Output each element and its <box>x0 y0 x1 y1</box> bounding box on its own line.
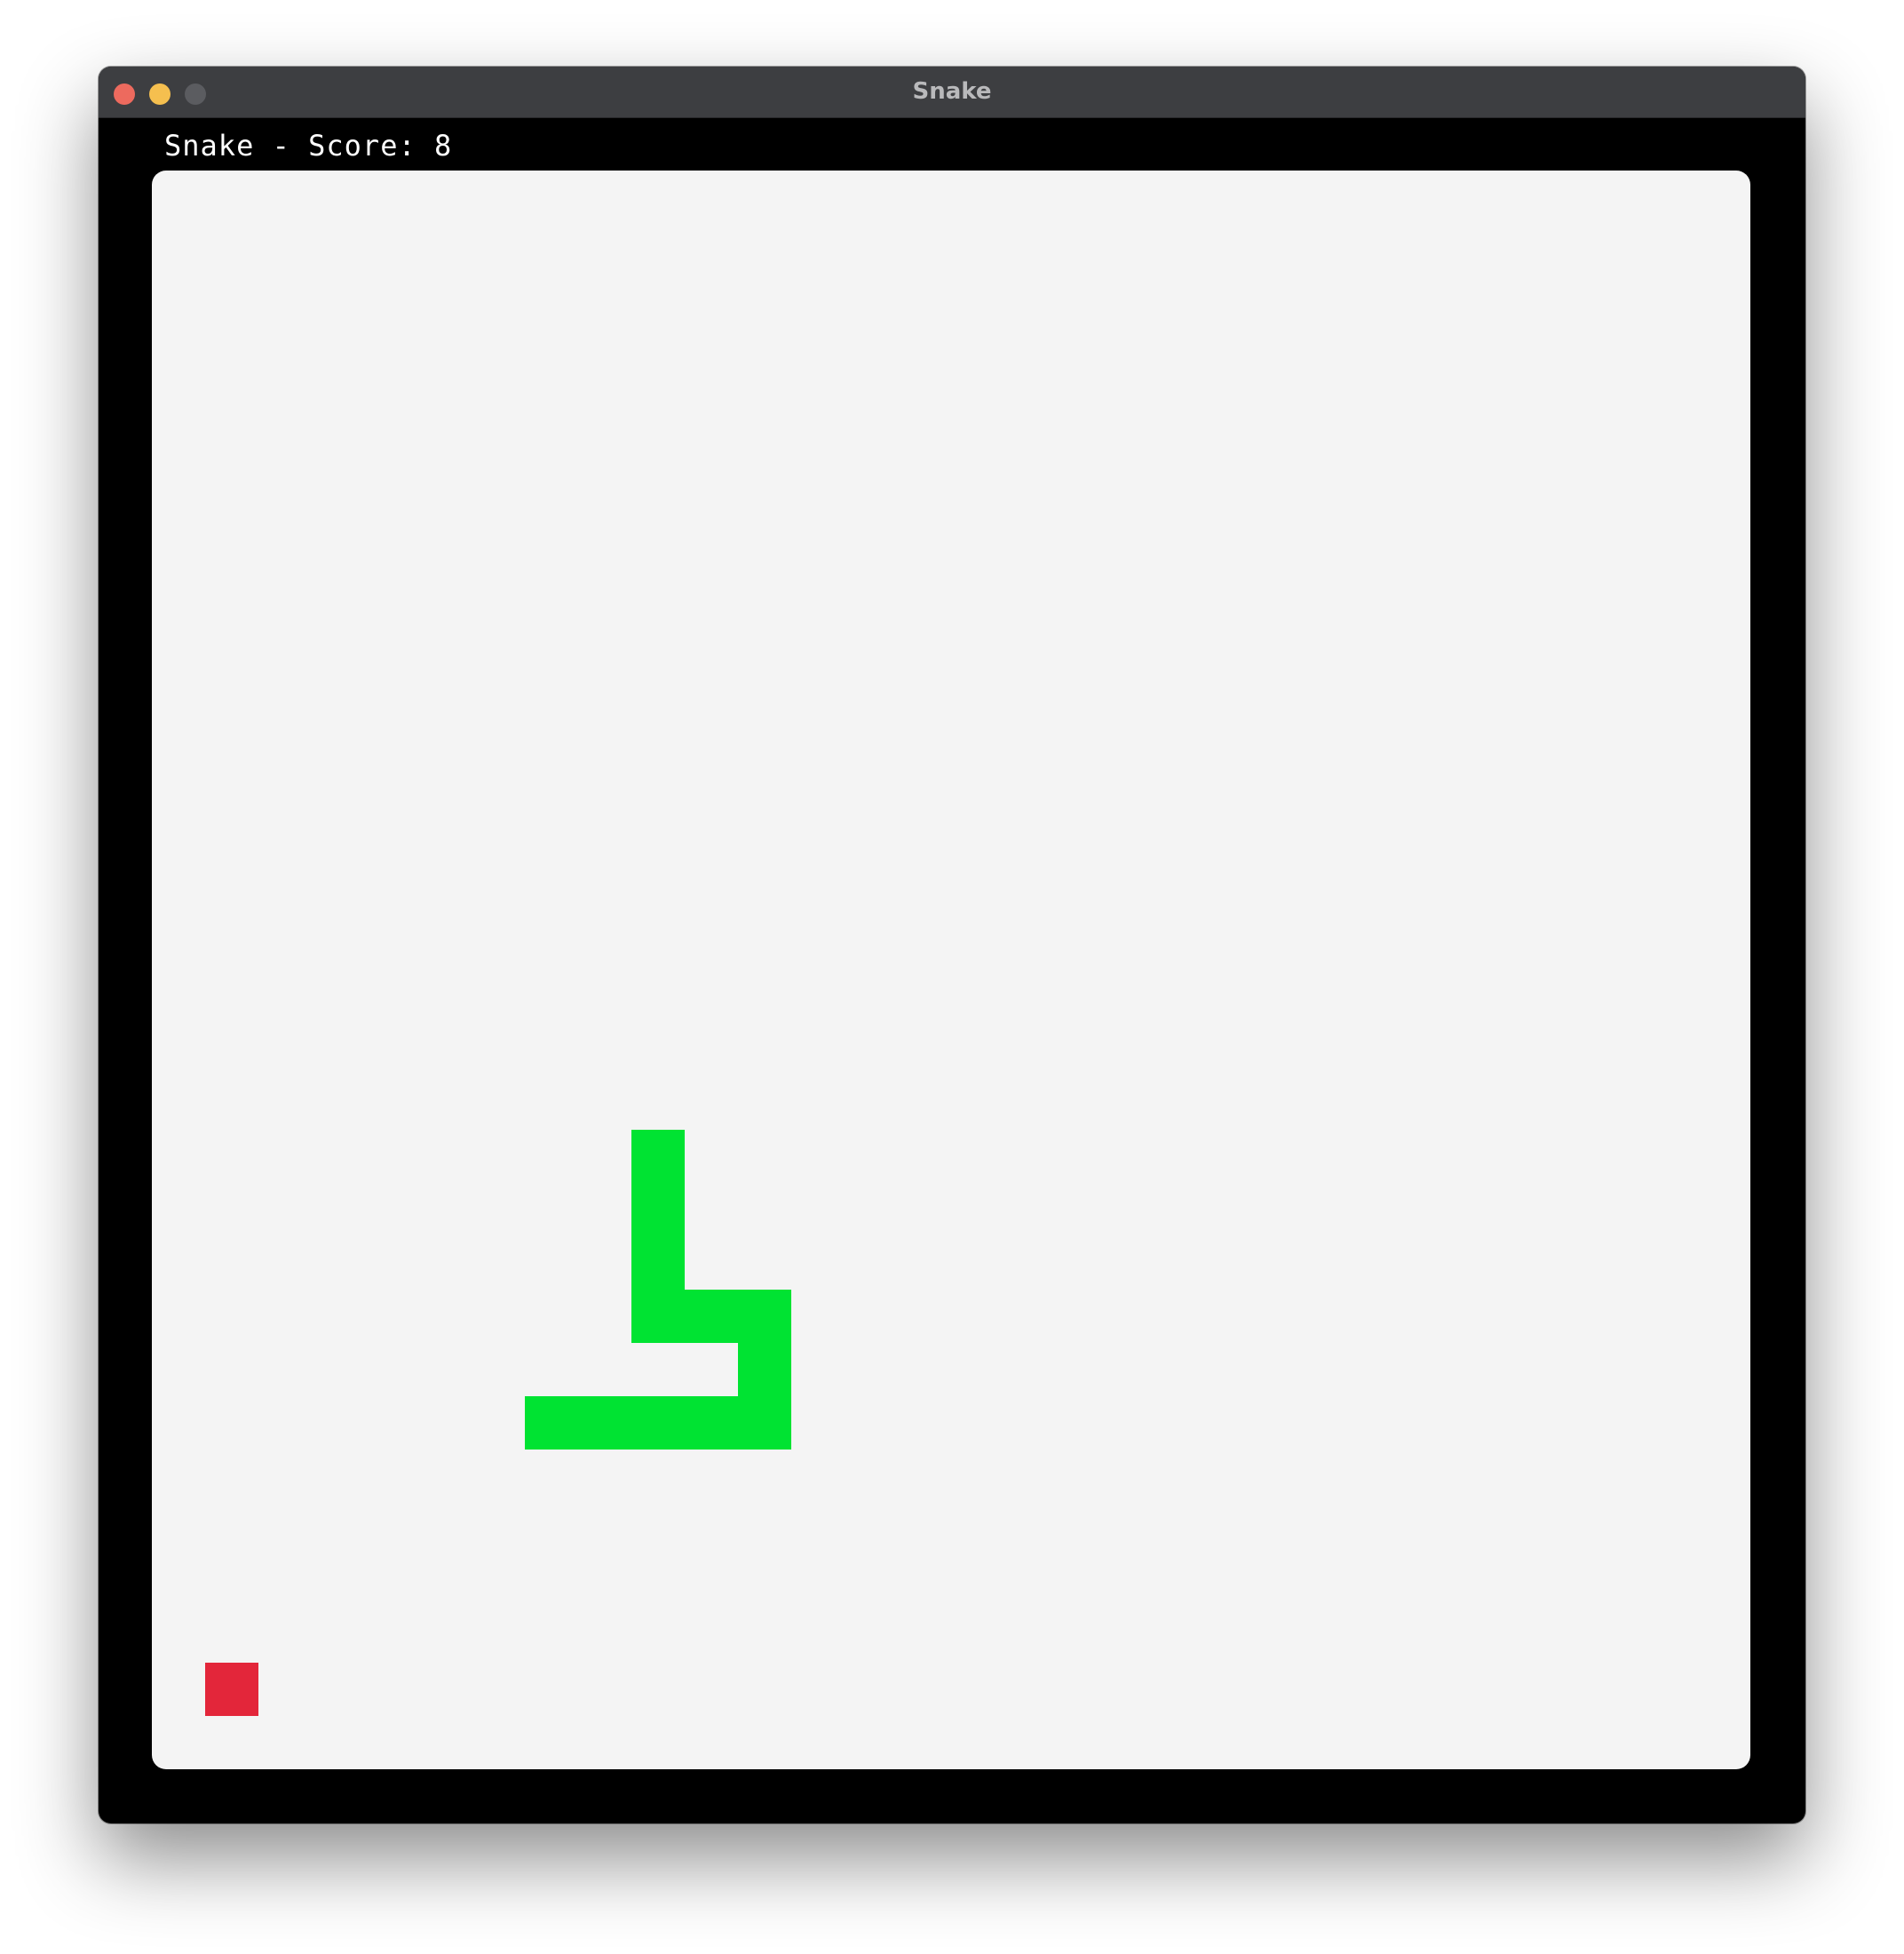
snake-segment <box>578 1396 631 1450</box>
game-board[interactable] <box>152 171 1750 1769</box>
snake-segment <box>738 1396 791 1450</box>
food-item <box>205 1663 258 1716</box>
snake-head <box>525 1396 578 1450</box>
snake-segment <box>631 1236 685 1290</box>
snake-segment <box>685 1396 738 1450</box>
snake-segment <box>631 1396 685 1450</box>
window-title: Snake <box>912 78 992 105</box>
score-label: Snake - Score: 8 <box>164 129 453 163</box>
title-bar[interactable]: Snake <box>99 67 1805 118</box>
snake-segment <box>685 1290 738 1343</box>
snake-segment <box>631 1290 685 1343</box>
snake-segment <box>738 1343 791 1396</box>
game-window: Snake Snake - Score: 8 <box>99 67 1805 1823</box>
snake-segment <box>631 1183 685 1236</box>
snake-segment <box>738 1290 791 1343</box>
snake-segment <box>631 1130 685 1183</box>
